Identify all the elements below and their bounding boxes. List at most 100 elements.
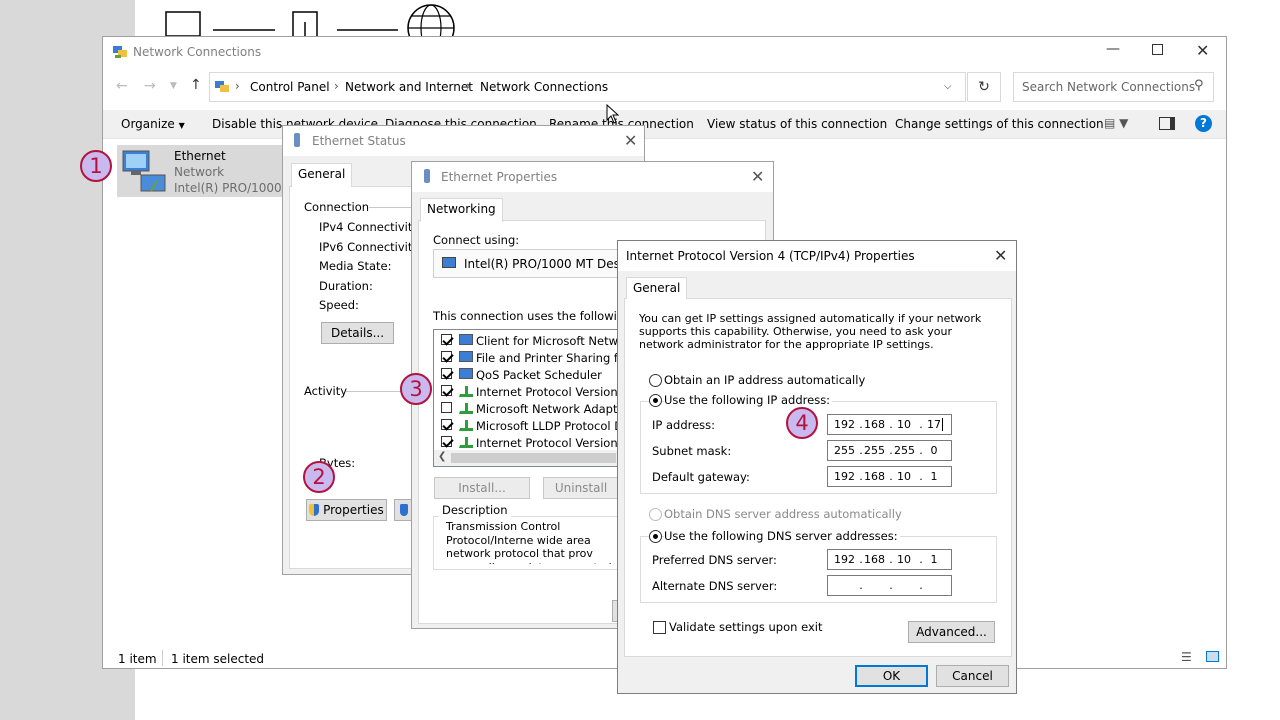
component-checkbox[interactable]: [441, 419, 452, 430]
component-list-item[interactable]: Internet Protocol Version 6 (TC: [434, 434, 618, 451]
component-checkbox[interactable]: [441, 436, 452, 447]
network-topology-icons: [165, 4, 455, 36]
refresh-button[interactable]: ↻: [967, 72, 1001, 102]
obtain-ip-auto-label[interactable]: Obtain an IP address automatically: [664, 373, 865, 387]
help-icon[interactable]: ?: [1195, 115, 1212, 132]
gateway-octet-3[interactable]: 10: [894, 470, 914, 483]
ok-button[interactable]: OK: [855, 665, 928, 687]
component-checkbox[interactable]: [441, 368, 452, 379]
maximize-icon[interactable]: [1152, 44, 1163, 55]
use-following-ip-radio[interactable]: [649, 394, 662, 407]
adapter-box: Intel(R) PRO/1000 MT Desktop: [433, 249, 646, 278]
connection-section-label: Connection: [304, 200, 370, 214]
preview-pane-icon[interactable]: [1159, 117, 1175, 130]
forward-arrow-icon[interactable]: →: [144, 78, 156, 94]
ip-octet-2[interactable]: 168: [864, 418, 885, 431]
subnet-mask-field[interactable]: 255. 255. 255. 0: [827, 440, 952, 461]
change-settings-button[interactable]: Change settings of this connection: [895, 117, 1104, 131]
organize-button[interactable]: Organize ▼: [121, 117, 185, 131]
component-checkbox[interactable]: [441, 385, 452, 396]
obtain-ip-auto-radio[interactable]: [649, 374, 662, 387]
up-arrow-icon[interactable]: ↑: [190, 77, 202, 93]
subnet-octet-1[interactable]: 255: [834, 444, 855, 457]
ipv4-dialog-title: Internet Protocol Version 4 (TCP/IPv4) P…: [626, 249, 915, 263]
ip-dot: .: [859, 579, 863, 592]
subnet-octet-4[interactable]: 0: [924, 444, 944, 457]
shield-icon: [309, 504, 320, 516]
alternate-dns-field[interactable]: . . .: [827, 575, 952, 596]
component-list-item[interactable]: Client for Microsoft Networks: [434, 332, 618, 349]
details-button[interactable]: Details...: [321, 322, 394, 344]
obtain-dns-auto-label[interactable]: Obtain DNS server address automatically: [664, 507, 902, 521]
view-status-button[interactable]: View status of this connection: [707, 117, 887, 131]
advanced-button[interactable]: Advanced...: [908, 621, 995, 643]
mouse-cursor-icon: [606, 104, 620, 124]
large-icons-view-icon[interactable]: [1206, 651, 1219, 662]
subnet-octet-3[interactable]: 255: [894, 444, 915, 457]
dns1-octet-4[interactable]: 1: [924, 553, 944, 566]
use-following-dns-radio[interactable]: [649, 530, 662, 543]
component-checkbox[interactable]: [441, 351, 452, 362]
close-icon[interactable]: ✕: [751, 169, 764, 185]
gateway-octet-4[interactable]: 1: [924, 470, 944, 483]
ethernet-connection-item[interactable]: Ethernet Network Intel(R) PRO/1000 MT: [117, 145, 287, 197]
ip-octet-3[interactable]: 10: [894, 418, 914, 431]
tab-general[interactable]: General: [291, 163, 353, 187]
cancel-button[interactable]: Cancel: [936, 665, 1009, 687]
use-following-ip-label[interactable]: Use the following IP address:: [664, 393, 833, 407]
subnet-mask-label: Subnet mask:: [652, 444, 732, 458]
gateway-octet-2[interactable]: 168: [864, 470, 885, 483]
control-panel-icon: [215, 81, 229, 92]
dns1-octet-1[interactable]: 192: [834, 553, 855, 566]
component-list-item[interactable]: File and Printer Sharing for Mic: [434, 349, 618, 366]
tab-networking[interactable]: Networking: [420, 198, 503, 222]
preferred-dns-field[interactable]: 192. 168. 10. 1: [827, 549, 952, 570]
dns1-octet-2[interactable]: 168: [864, 553, 885, 566]
close-icon[interactable]: ✕: [624, 133, 637, 149]
view-options-icon[interactable]: ▤ ▼: [1104, 116, 1128, 130]
close-icon[interactable]: ✕: [994, 248, 1007, 264]
component-list-item[interactable]: QoS Packet Scheduler: [434, 366, 618, 383]
minimize-icon[interactable]: —: [1106, 41, 1120, 57]
horizontal-scrollbar[interactable]: ❮: [434, 450, 618, 466]
details-view-icon[interactable]: ☰: [1181, 650, 1192, 664]
tab-general[interactable]: General: [626, 277, 688, 299]
use-following-dns-label[interactable]: Use the following DNS server addresses:: [664, 529, 900, 543]
uninstall-button[interactable]: Uninstall: [543, 477, 619, 499]
component-list-item[interactable]: Microsoft Network Adapter Mu: [434, 400, 618, 417]
component-checkbox[interactable]: [441, 334, 452, 345]
search-box[interactable]: Search Network Connections ⚲: [1013, 72, 1214, 102]
organize-label: Organize: [121, 117, 175, 131]
activity-section-label: Activity: [304, 384, 348, 398]
connection-name: Ethernet: [174, 149, 226, 163]
properties-button[interactable]: Properties: [306, 499, 387, 521]
address-dropdown-icon[interactable]: ⌵: [944, 81, 952, 92]
scroll-left-icon[interactable]: ❮: [438, 451, 446, 462]
dns1-octet-3[interactable]: 10: [894, 553, 914, 566]
component-list-item[interactable]: Microsoft LLDP Protocol Drive: [434, 417, 618, 434]
back-arrow-icon[interactable]: ←: [116, 78, 128, 94]
ip-octet-4[interactable]: 17: [924, 418, 944, 431]
component-list-item[interactable]: Internet Protocol Version 4 (TC: [434, 383, 618, 400]
default-gateway-field[interactable]: 192. 168. 10. 1: [827, 466, 952, 487]
component-checkbox[interactable]: [441, 402, 452, 413]
validate-checkbox[interactable]: [653, 621, 666, 634]
speed-label: Speed:: [319, 298, 359, 312]
breadcrumb-network-internet[interactable]: Network and Internet: [345, 80, 473, 94]
components-list[interactable]: Client for Microsoft Networks File and Pr…: [433, 329, 619, 467]
install-button[interactable]: Install...: [434, 477, 530, 499]
gateway-octet-1[interactable]: 192: [834, 470, 855, 483]
breadcrumb-network-connections[interactable]: Network Connections: [480, 80, 608, 94]
subnet-octet-2[interactable]: 255: [864, 444, 885, 457]
close-icon[interactable]: ✕: [1196, 41, 1209, 60]
ip-address-field[interactable]: 192. 168. 10. 17: [827, 414, 952, 435]
address-bar[interactable]: › Control Panel › Network and Internet ›…: [209, 72, 966, 102]
obtain-dns-auto-radio[interactable]: [649, 508, 662, 521]
breadcrumb-control-panel[interactable]: Control Panel: [250, 80, 330, 94]
intro-text: You can get IP settings assigned automat…: [639, 312, 982, 351]
ip-octet-1[interactable]: 192: [834, 418, 855, 431]
step-marker-1: 1: [80, 150, 112, 182]
validate-label[interactable]: Validate settings upon exit: [669, 620, 822, 634]
recent-dropdown-icon[interactable]: ▼: [170, 81, 177, 91]
network-client-icon: [459, 334, 473, 345]
